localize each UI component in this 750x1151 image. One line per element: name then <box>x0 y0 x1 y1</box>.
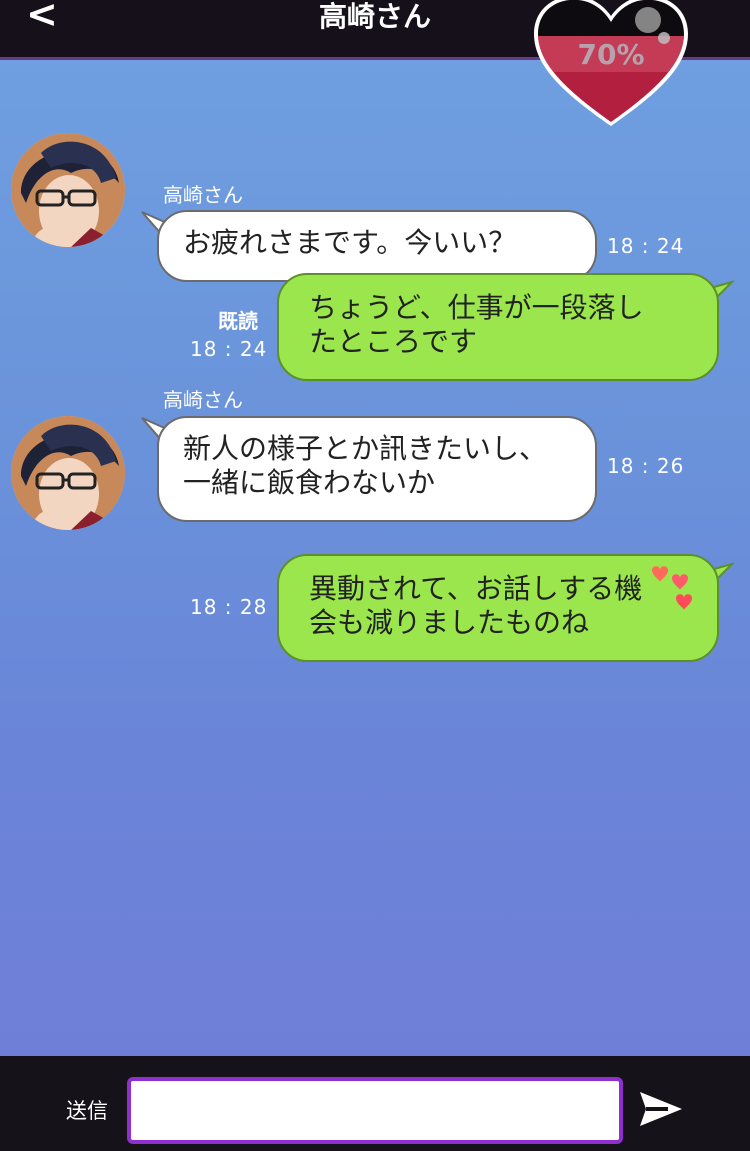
message-text: 異動されて、お話しする機 <box>309 572 643 605</box>
send-arrow-icon[interactable] <box>638 1090 684 1128</box>
message-time: 18 : 24 <box>607 234 685 258</box>
sender-name: 高崎さん <box>163 183 243 207</box>
message-bubble[interactable]: お疲れさまです。今いい？ <box>157 210 597 282</box>
avatar[interactable] <box>11 416 125 530</box>
message-list[interactable]: 高崎さん お疲れさまです。今いい？ 18 : 24 既読 18 : 24 ちょう… <box>0 60 750 1056</box>
hearts-decoration-icon <box>652 566 692 610</box>
affection-level: 70% <box>577 38 645 71</box>
avatar[interactable] <box>11 133 125 247</box>
send-label: 送信 <box>66 1099 108 1123</box>
message-text: 新人の様子とか訊きたいし、 <box>183 432 548 465</box>
message-input[interactable] <box>127 1077 623 1144</box>
message-time: 18 : 24 <box>190 337 268 361</box>
message-text: 会も減りましたものね <box>309 606 590 639</box>
message-time: 18 : 26 <box>607 454 685 478</box>
message-text: 一緒に飯食わないか <box>183 466 436 499</box>
message-text: お疲れさまです。今いい？ <box>183 226 517 259</box>
message-text: ちょうど、仕事が一段落し <box>309 291 644 324</box>
message-bubble[interactable]: 新人の様子とか訊きたいし、 一緒に飯食わないか <box>157 416 597 522</box>
message-bubble[interactable]: ちょうど、仕事が一段落し たところです <box>277 273 719 381</box>
message-time: 18 : 28 <box>190 595 268 619</box>
message-text: たところです <box>309 325 478 358</box>
read-receipt: 既読 <box>218 309 258 333</box>
sender-name: 高崎さん <box>163 388 243 412</box>
message-composer: 送信 <box>0 1056 750 1151</box>
